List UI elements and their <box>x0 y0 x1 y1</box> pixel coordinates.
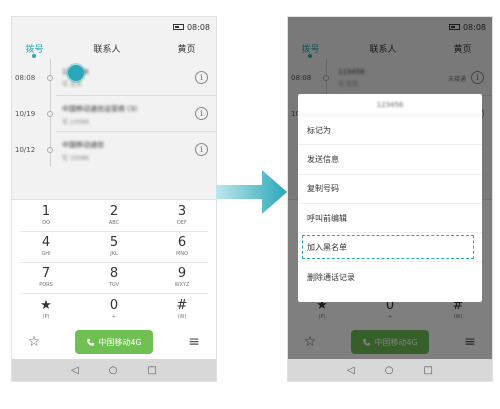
info-icon[interactable]: i <box>195 107 208 120</box>
key-digit: 6 <box>177 235 187 250</box>
key-letters: WXYZ <box>174 282 190 288</box>
call-sub: 宅 10086 <box>62 119 89 126</box>
key-0[interactable]: 0+ <box>80 294 148 325</box>
menu-item-edit-before-call[interactable]: 呼叫前编辑 <box>298 204 482 234</box>
key-letters: DEF <box>177 220 187 226</box>
key-letters: GHI <box>41 251 51 257</box>
key-5[interactable]: 5 JKL <box>80 231 148 262</box>
info-icon[interactable]: i <box>195 71 208 84</box>
back-icon[interactable]: ◁ <box>347 365 355 376</box>
key-2[interactable]: 2 ABC <box>80 200 148 231</box>
menu-item-mark-as[interactable]: 标记为 <box>298 116 482 146</box>
key-letters: JKL <box>110 251 118 257</box>
menu-item-copy-number[interactable]: 复制号码 <box>298 175 482 204</box>
tab-bar: 拨号 联系人 黄页 <box>12 37 216 59</box>
key-letters: TUV <box>108 282 120 288</box>
tab-contacts[interactable]: 联系人 <box>57 42 157 55</box>
home-icon[interactable]: ○ <box>109 365 118 376</box>
key-7[interactable]: 7 PQRS <box>12 262 80 293</box>
info-icon[interactable]: i <box>195 143 208 156</box>
call-button[interactable]: 中国移动4G <box>75 330 153 354</box>
phone-icon <box>87 338 95 346</box>
key-digit: 5 <box>109 235 119 250</box>
timeline-dot <box>47 75 53 81</box>
call-time: 10/19 <box>15 110 36 118</box>
key-hash[interactable]: #(W) <box>148 294 216 325</box>
key-letters: OO <box>42 220 50 226</box>
battery-icon <box>172 24 184 30</box>
timeline-dot <box>47 111 53 117</box>
divider <box>56 95 216 96</box>
key-digit: 1 <box>41 204 51 219</box>
key-3[interactable]: 3 DEF <box>148 200 216 231</box>
touch-indicator <box>68 65 84 81</box>
dialpad: 1 OO 2 ABC 3 DEF 4 GHI 5 JKL 6 MNO 7 PQRS 8 TUV … <box>12 199 216 325</box>
key-letters: (P) <box>42 314 50 320</box>
status-bar: 08:08 <box>12 17 216 37</box>
back-icon[interactable]: ◁ <box>71 365 79 376</box>
timeline-dot <box>47 147 53 153</box>
key-letters: + <box>111 314 117 320</box>
key-digit: 2 <box>109 204 119 219</box>
key-8[interactable]: 8 TUV <box>80 262 148 293</box>
transition-arrow-icon <box>216 170 287 214</box>
key-letters: PQRS <box>39 282 53 288</box>
call-info: 中国移动通信运营商 (3) 宅 10086 <box>62 104 192 126</box>
key-digit: 9 <box>177 266 187 281</box>
call-info: 中国移动通信 宅 10086 <box>62 140 192 162</box>
key-letters: ABC <box>108 220 120 226</box>
menu-icon[interactable]: ≡ <box>182 334 206 350</box>
key-4[interactable]: 4 GHI <box>12 231 80 262</box>
key-digit: # <box>176 298 188 313</box>
tab-dial[interactable]: 拨号 <box>12 42 57 55</box>
call-options-dialog: 123456 标记为 发送信息 复制号码 呼叫前编辑 加入黑名单 删除通话记录 <box>298 94 482 302</box>
recent-apps-icon[interactable]: □ <box>423 365 432 376</box>
menu-item-delete-call-log[interactable]: 删除通话记录 <box>298 262 482 291</box>
key-letters: (W) <box>177 314 187 320</box>
call-entry[interactable]: 10/19 中国移动通信运营商 (3) 宅 10086 i <box>12 99 216 129</box>
call-button-label: 中国移动4G <box>98 337 142 347</box>
call-time: 08:08 <box>15 74 36 82</box>
dialog-title: 123456 <box>298 94 482 116</box>
tab-indicator <box>32 54 36 58</box>
home-icon[interactable]: ○ <box>385 365 394 376</box>
status-time: 08:08 <box>186 22 210 32</box>
system-nav-bar: ◁ ○ □ <box>288 359 492 381</box>
key-digit: 0 <box>109 298 119 313</box>
recent-apps-icon[interactable]: □ <box>147 365 156 376</box>
call-time: 10/12 <box>15 146 36 154</box>
key-digit: 3 <box>177 204 187 219</box>
key-letters: MNO <box>176 251 188 257</box>
tab-yellowpages[interactable]: 黄页 <box>157 42 216 55</box>
key-1[interactable]: 1 OO <box>12 200 80 231</box>
key-digit: 4 <box>41 235 51 250</box>
call-entry[interactable]: 08:08 123456 宅 北京 i <box>12 63 216 93</box>
menu-item-add-to-blacklist[interactable]: 加入黑名单 <box>298 233 482 263</box>
key-6[interactable]: 6 MNO <box>148 231 216 262</box>
dialer-bottom-bar: ☆ 中国移动4G ≡ <box>12 325 216 359</box>
call-name: 中国移动通信 <box>62 141 104 149</box>
call-sub: 宅 北京 <box>62 81 82 88</box>
tutorial-scene: 08:08 拨号 联系人 黄页 08:08 123456 宅 北京 i 10/1 <box>0 0 500 409</box>
menu-item-send-message[interactable]: 发送信息 <box>298 145 482 175</box>
system-nav-bar: ◁ ○ □ <box>12 359 216 381</box>
call-sub: 宅 10086 <box>62 155 89 162</box>
call-log: 08:08 123456 宅 北京 i 10/19 中国移动通信运营商 (3) … <box>12 59 216 167</box>
call-entry[interactable]: 10/12 中国移动通信 宅 10086 i <box>12 135 216 165</box>
key-star[interactable]: ★(P) <box>12 294 80 325</box>
key-digit: 7 <box>41 266 51 281</box>
phone-before: 08:08 拨号 联系人 黄页 08:08 123456 宅 北京 i 10/1 <box>12 17 216 381</box>
key-9[interactable]: 9 WXYZ <box>148 262 216 293</box>
favorites-star-icon[interactable]: ☆ <box>22 334 46 350</box>
divider <box>56 131 216 132</box>
key-digit: 8 <box>109 266 119 281</box>
call-name: 中国移动通信运营商 (3) <box>62 105 138 113</box>
key-digit: ★ <box>40 298 52 313</box>
phone-after: 08:08 拨号 联系人 黄页 08:08 123456 宅 北京 未接通 i … <box>288 17 492 381</box>
